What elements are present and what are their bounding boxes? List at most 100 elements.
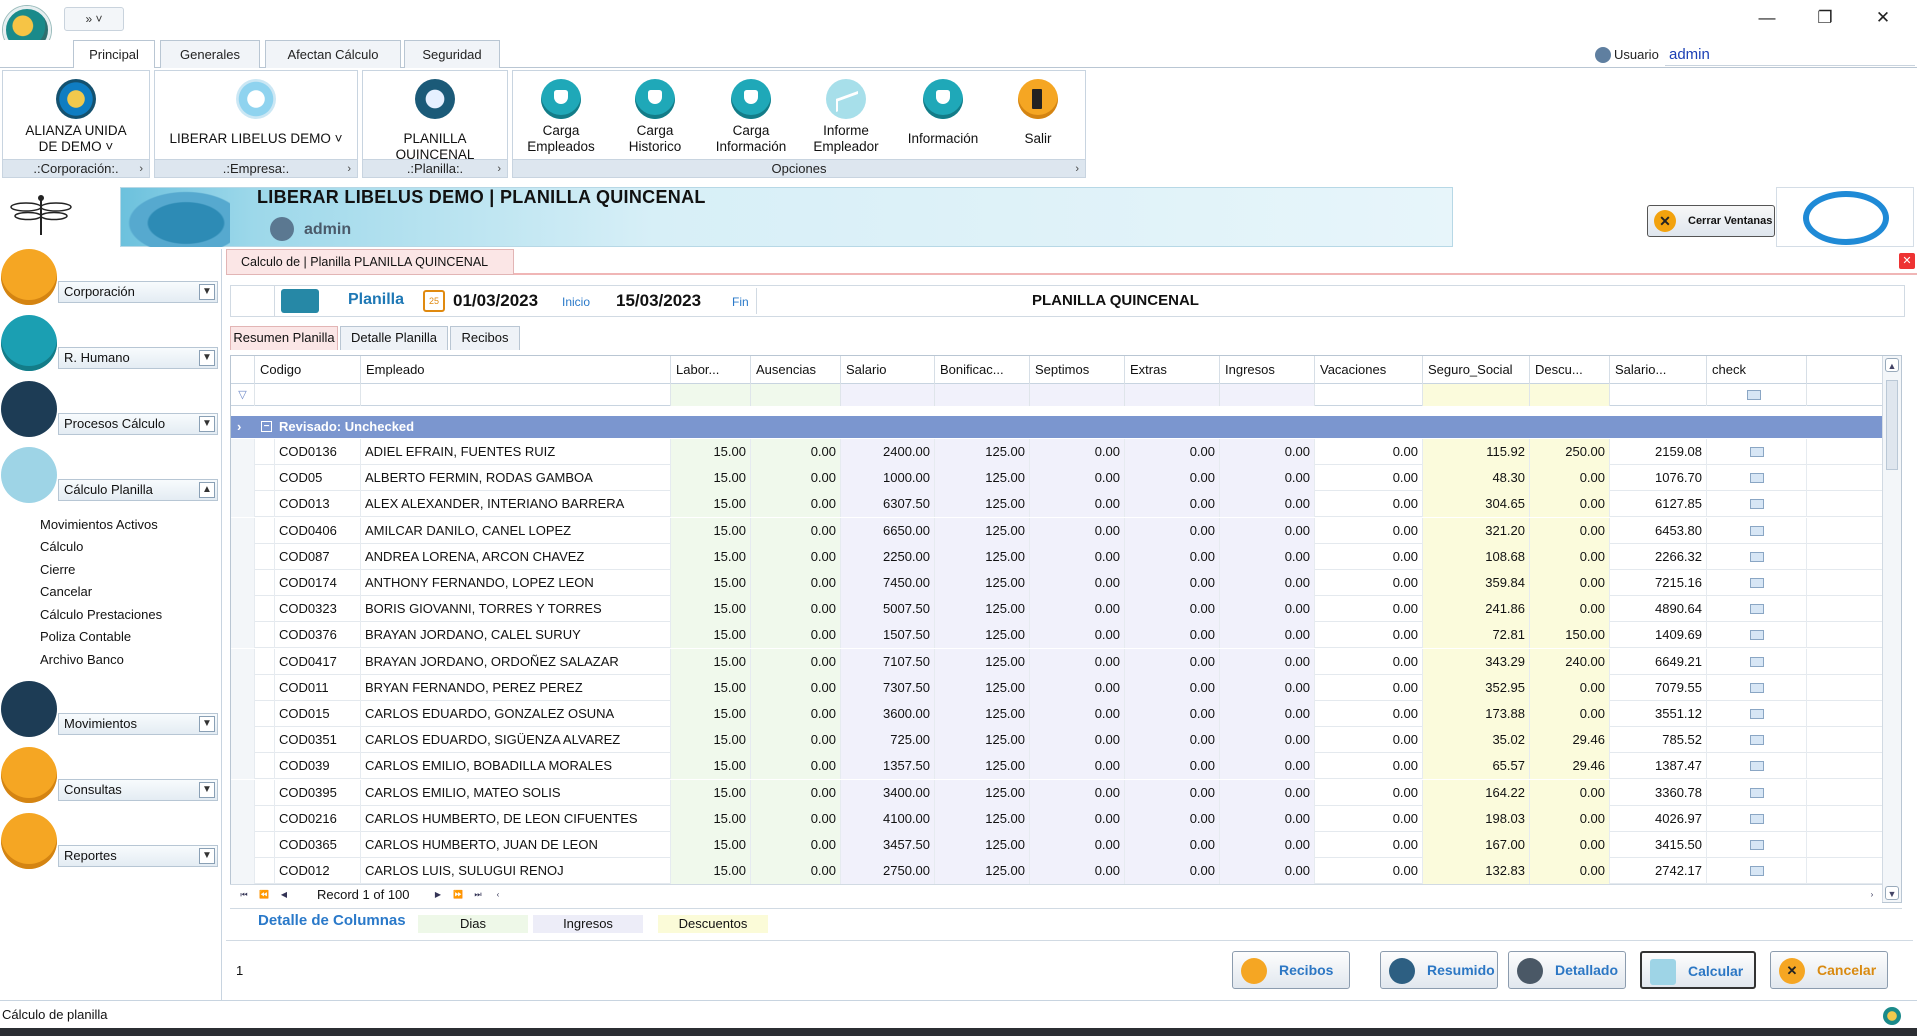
row-selector[interactable] [231, 701, 255, 727]
column-header-salario-neto[interactable]: Salario... [1610, 356, 1707, 384]
column-header-vacaciones[interactable]: Vacaciones [1315, 356, 1423, 384]
row-selector[interactable] [231, 570, 255, 596]
table-row[interactable]: COD011 BRYAN FERNANDO, PEREZ PEREZ 15.00 0.… [231, 674, 1882, 701]
cell-check[interactable] [1707, 805, 1807, 832]
table-row[interactable]: COD0351 CARLOS EDUARDO, SIGÜENZA ALVAREZ 1… [231, 727, 1882, 754]
load-history-button[interactable]: Carga Historico [611, 71, 699, 159]
tab-seguridad[interactable]: Seguridad [404, 40, 500, 68]
payroll-selector-button[interactable]: PLANILLA QUINCENAL [363, 71, 507, 162]
load-employees-button[interactable]: Carga Empleados [517, 71, 605, 159]
tab-generales[interactable]: Generales [160, 40, 260, 68]
row-checkbox[interactable] [1749, 761, 1764, 772]
next-record-icon[interactable]: ▶ [430, 888, 446, 902]
vertical-scrollbar[interactable]: ▲ ▼ [1882, 356, 1901, 902]
cell-check[interactable] [1707, 858, 1807, 885]
row-checkbox[interactable] [1749, 447, 1764, 457]
information-button[interactable]: Información [896, 71, 990, 159]
filter-cell-empleado[interactable] [361, 384, 671, 406]
tab-afectan-calculo[interactable]: Afectan Cálculo [265, 40, 401, 68]
row-checkbox[interactable] [1749, 473, 1764, 484]
row-checkbox[interactable] [1749, 656, 1764, 667]
table-row[interactable]: COD05 ALBERTO FERMIN, RODAS GAMBOA 15.00 0.… [231, 465, 1882, 492]
detailed-button[interactable]: Detallado [1508, 951, 1626, 989]
row-selector[interactable] [231, 491, 255, 518]
table-row[interactable]: COD0365 CARLOS HUMBERTO, JUAN DE LEON 15.0… [231, 832, 1882, 858]
sidebar-item-r-humano[interactable]: R. Humano ▼ [0, 315, 220, 375]
row-checkbox[interactable] [1749, 682, 1764, 693]
sidebar-subitem-cancelar[interactable]: Cancelar [40, 584, 92, 599]
cell-check[interactable] [1707, 832, 1807, 858]
document-tab[interactable]: Calculo de | Planilla PLANILLA QUINCENAL [226, 249, 514, 275]
row-selector[interactable] [231, 543, 255, 570]
sidebar-subitem-cierre[interactable]: Cierre [40, 562, 75, 577]
row-checkbox[interactable] [1749, 840, 1764, 850]
cell-check[interactable] [1707, 753, 1807, 780]
sidebar-item-procesos-calculo[interactable]: Procesos Cálculo ▼ [0, 381, 220, 441]
corporation-selector-button[interactable]: ALIANZA UNIDA DE DEMO ˅ [3, 71, 149, 159]
row-checkbox[interactable] [1749, 525, 1764, 536]
cell-check[interactable] [1707, 439, 1807, 465]
cell-check[interactable] [1707, 596, 1807, 623]
calculate-button[interactable]: Calcular [1640, 951, 1756, 989]
row-checkbox[interactable] [1749, 578, 1764, 588]
filter-cell-seguro-social[interactable] [1423, 384, 1530, 406]
row-selector[interactable] [231, 596, 255, 623]
table-row[interactable]: COD015 CARLOS EDUARDO, GONZALEZ OSUNA 15.0… [231, 701, 1882, 727]
filter-cell-check[interactable] [1707, 384, 1807, 406]
column-header-extras[interactable]: Extras [1125, 356, 1220, 384]
cell-check[interactable] [1707, 648, 1807, 675]
table-row[interactable]: COD0376 BRAYAN JORDANO, CALEL SURUY 15.00 0… [231, 622, 1882, 649]
table-row[interactable]: COD012 CARLOS LUIS, SULUGUI RENOJ 15.00 0.0… [231, 858, 1882, 885]
group-launcher-icon[interactable]: › [1075, 160, 1079, 178]
row-selector[interactable] [231, 832, 255, 858]
chevron-down-icon[interactable]: ▼ [199, 284, 215, 300]
close-window-button[interactable]: ✕ [1855, 2, 1911, 34]
scroll-left-icon[interactable]: ‹ [490, 888, 506, 902]
row-selector[interactable] [231, 622, 255, 649]
row-selector[interactable] [231, 648, 255, 675]
column-header-ingresos[interactable]: Ingresos [1220, 356, 1315, 384]
filter-cell-descuentos[interactable] [1530, 384, 1610, 406]
cancel-button[interactable]: ✕ Cancelar [1770, 951, 1888, 989]
prev-record-icon[interactable]: ◀ [276, 888, 292, 902]
row-checkbox[interactable] [1749, 551, 1764, 562]
exit-button[interactable]: Salir [995, 71, 1081, 159]
quick-access-toolbar[interactable]: » ˅ [64, 7, 124, 31]
filter-icon[interactable]: ▽ [231, 384, 255, 406]
cell-check[interactable] [1707, 727, 1807, 754]
next-page-icon[interactable]: ⏩ [450, 888, 466, 902]
sidebar-subitem-calculo-prestaciones[interactable]: Cálculo Prestaciones [40, 607, 162, 622]
filter-cell-salario-neto[interactable] [1610, 384, 1707, 406]
filter-cell-labor[interactable] [671, 384, 751, 406]
row-checkbox[interactable] [1749, 735, 1764, 746]
cell-check[interactable] [1707, 543, 1807, 570]
receipts-button[interactable]: Recibos [1232, 951, 1350, 989]
row-checkbox[interactable] [1749, 813, 1764, 824]
filter-cell-extras[interactable] [1125, 384, 1220, 406]
row-selector[interactable] [231, 753, 255, 780]
chevron-down-icon[interactable]: ▼ [199, 716, 215, 732]
cell-check[interactable] [1707, 465, 1807, 492]
scroll-down-icon[interactable]: ▼ [1885, 886, 1899, 900]
close-document-icon[interactable]: ✕ [1899, 253, 1915, 269]
column-header-check[interactable]: check [1707, 356, 1807, 384]
close-windows-button[interactable]: ✕ Cerrar Ventanas [1647, 205, 1775, 237]
row-checkbox[interactable] [1749, 866, 1764, 877]
minimize-button[interactable]: — [1739, 2, 1795, 34]
sidebar-item-movimientos[interactable]: Movimientos ▼ [0, 681, 220, 741]
prev-page-icon[interactable]: ⏪ [256, 888, 272, 902]
row-checkbox[interactable] [1749, 630, 1764, 641]
table-row[interactable]: COD039 CARLOS EMILIO, BOBADILLA MORALES 15… [231, 753, 1882, 780]
row-selector[interactable] [231, 439, 255, 465]
tab-principal[interactable]: Principal [73, 40, 155, 69]
scroll-thumb[interactable] [1886, 380, 1898, 470]
table-row[interactable]: COD0406 AMILCAR DANILO, CANEL LOPEZ 15.00 0… [231, 517, 1882, 544]
cell-check[interactable] [1707, 674, 1807, 701]
filter-cell-ausencias[interactable] [751, 384, 841, 406]
table-row[interactable]: COD0417 BRAYAN JORDANO, ORDOÑEZ SALAZAR 15… [231, 648, 1882, 675]
load-info-button[interactable]: Carga Información [706, 71, 796, 159]
column-header-salario[interactable]: Salario [841, 356, 935, 384]
table-row[interactable]: COD013 ALEX ALEXANDER, INTERIANO BARRERA 1… [231, 491, 1882, 518]
column-header-descuentos[interactable]: Descu... [1530, 356, 1610, 384]
cell-check[interactable] [1707, 779, 1807, 806]
